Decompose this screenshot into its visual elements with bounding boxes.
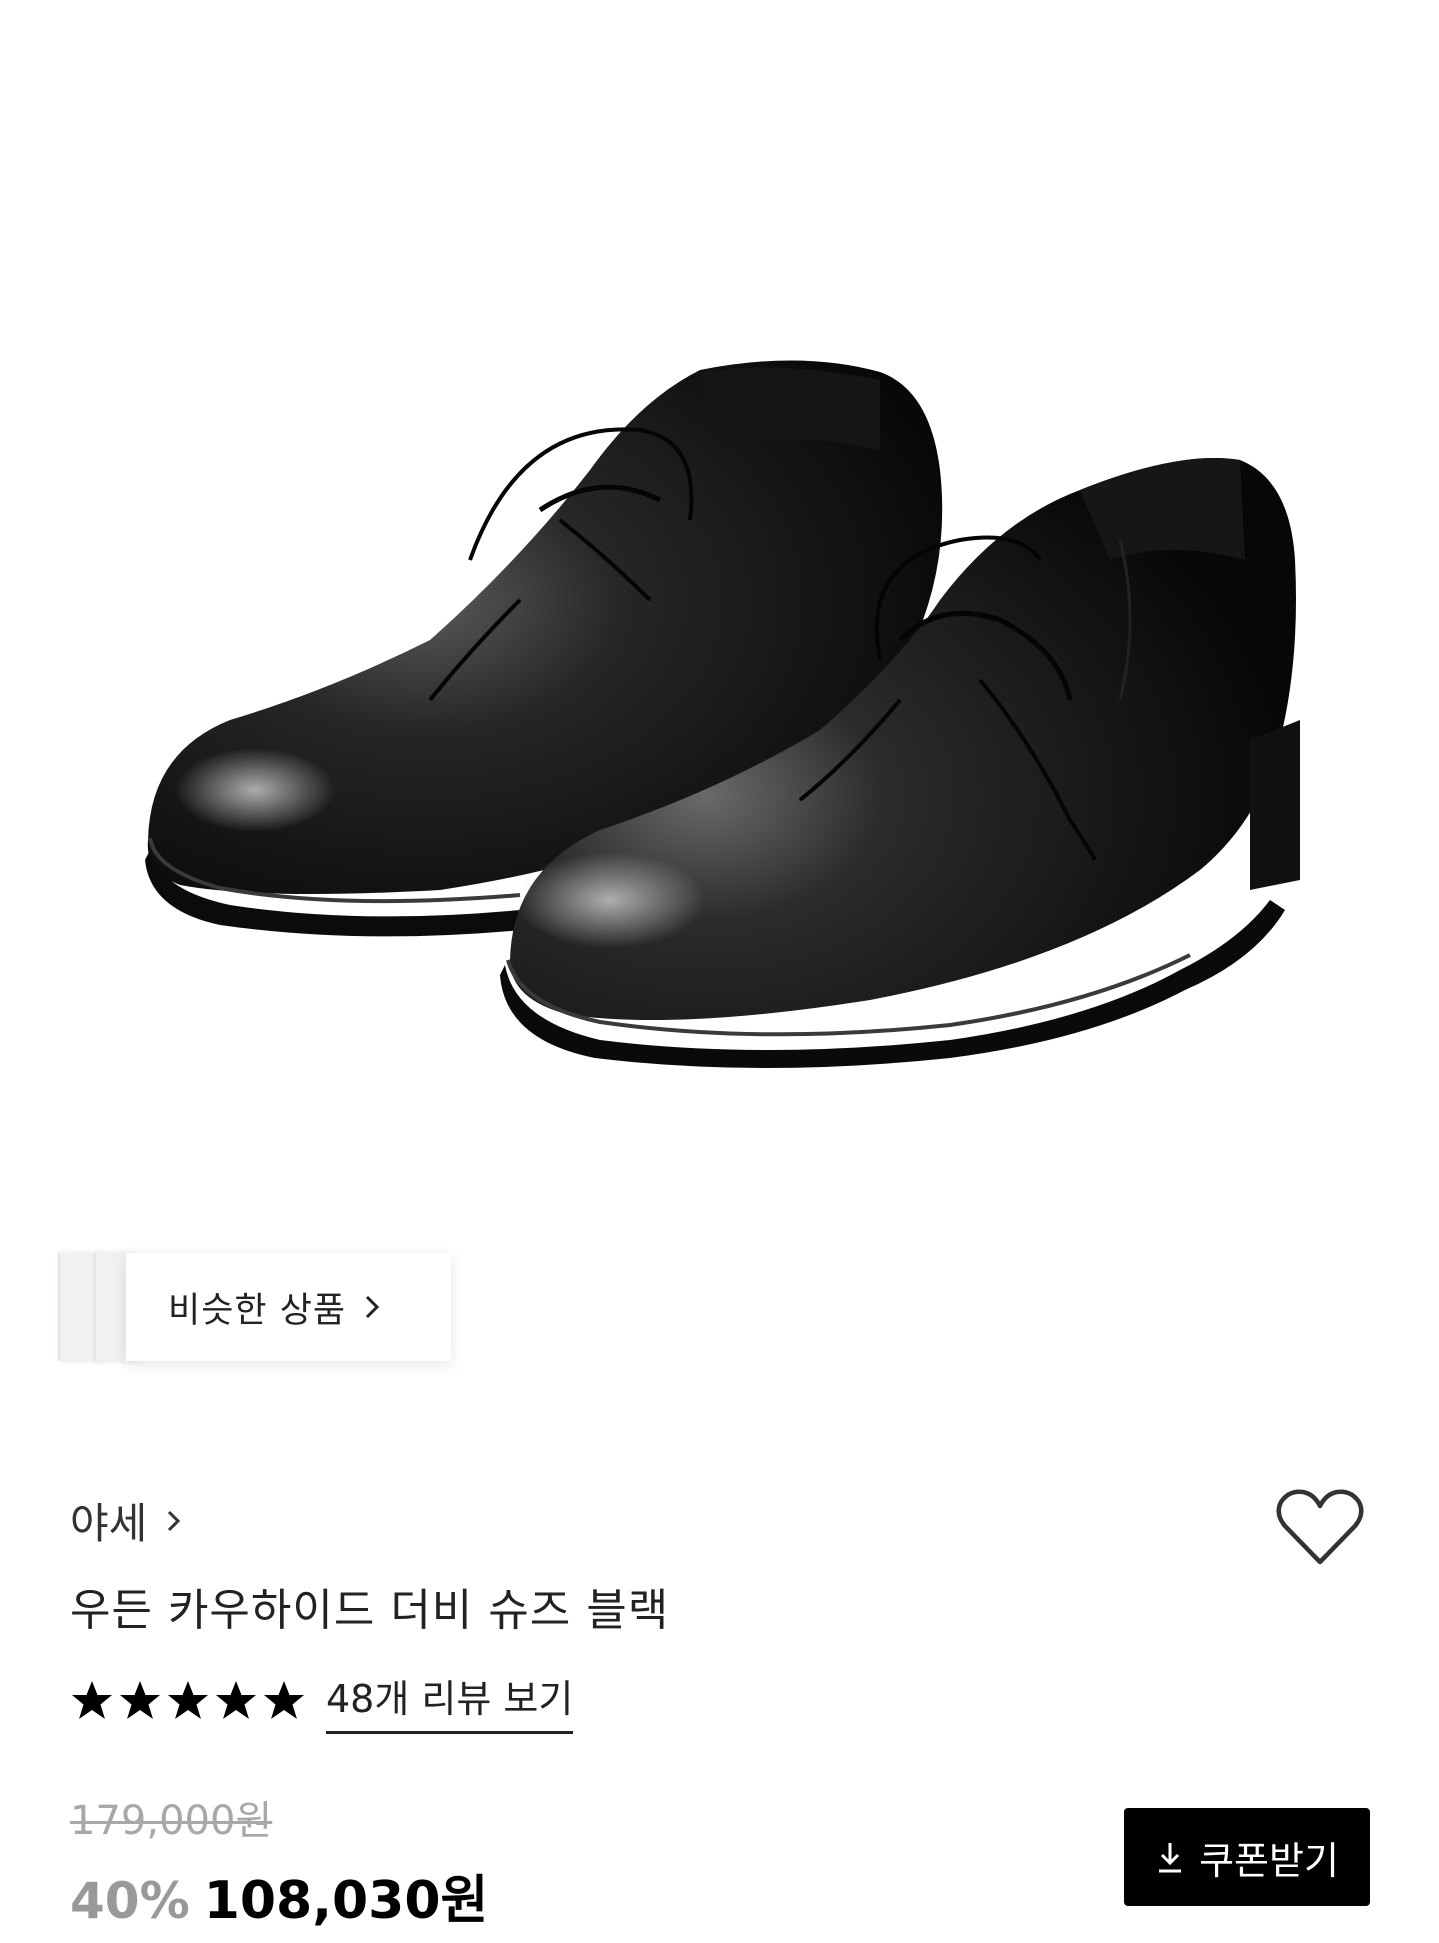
similar-products-label: 비슷한 상품 (168, 1290, 347, 1331)
similar-products-button[interactable]: 비슷한 상품 (58, 1253, 451, 1361)
brand-link[interactable]: 야세 (70, 1490, 183, 1551)
coupon-label: 쿠폰받기 (1199, 1840, 1339, 1883)
discount-rate: 40% (70, 1872, 190, 1930)
price-row: 40% 108,030원 (70, 1858, 488, 1933)
similar-label-box: 비슷한 상품 (126, 1253, 451, 1361)
sale-price: 108,030원 (203, 1871, 489, 1931)
download-icon (1159, 1843, 1182, 1873)
coupon-button[interactable]: 쿠폰받기 (1124, 1808, 1370, 1906)
original-price: 179,000원 (70, 1798, 273, 1844)
product-title: 우든 카우하이드 더비 슈즈 블랙 (70, 1585, 670, 1636)
star-icon (216, 1681, 256, 1719)
star-icon (264, 1681, 304, 1719)
star-icon (120, 1681, 160, 1719)
product-image[interactable] (0, 0, 1439, 1270)
star-icon (72, 1681, 112, 1719)
chevron-right-icon (366, 1295, 380, 1319)
derby-shoes-illustration (145, 360, 1300, 1068)
chevron-right-icon (168, 1510, 181, 1531)
rating-row: 48개 리뷰 보기 (70, 1668, 574, 1734)
star-icon (168, 1681, 208, 1719)
brand-name: 야세 (70, 1499, 148, 1548)
review-link[interactable]: 48개 리뷰 보기 (326, 1668, 574, 1734)
heart-icon[interactable] (1275, 1488, 1365, 1568)
star-rating (70, 1679, 306, 1723)
